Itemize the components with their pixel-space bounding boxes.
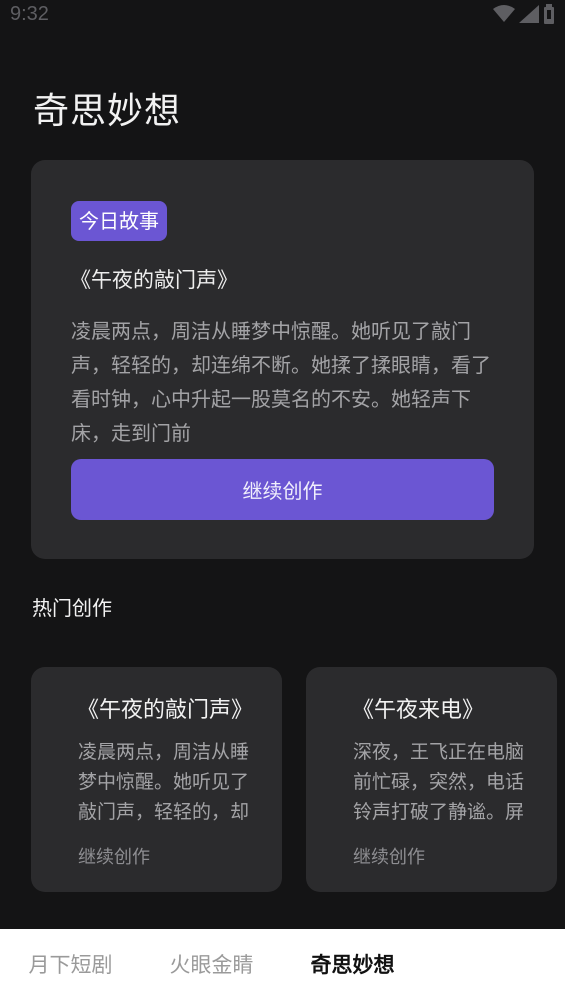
hot-card-title: 《午夜的敲门声》	[77, 698, 254, 723]
hot-card[interactable]: 《午夜的敲门声》 凌晨两点，周洁从睡梦中惊醒。她听见了敲门声，轻轻的，却连绵不断…	[31, 667, 282, 892]
hot-card-title: 《午夜来电》	[352, 698, 485, 723]
today-story-title: 《午夜的敲门声》	[70, 268, 238, 292]
hot-section-title: 热门创作	[32, 596, 112, 620]
hot-card-excerpt: 深夜，王飞正在电脑前忙碌，突然，电话铃声打破了静谧。屏幕上	[353, 741, 525, 823]
hot-card[interactable]: 《午夜来电》 深夜，王飞正在电脑前忙碌，突然，电话铃声打破了静谧。屏幕上 继续创…	[306, 667, 557, 892]
wifi-icon	[493, 5, 515, 22]
today-story-excerpt: 凌晨两点，周洁从睡梦中惊醒。她听见了敲门声，轻轻的，却连绵不断。她揉了揉眼睛，看…	[71, 319, 491, 445]
tab-fourth[interactable]	[423, 929, 564, 1004]
battery-icon	[544, 4, 554, 24]
tab-whimsical-ideas[interactable]: 奇思妙想	[282, 929, 423, 1004]
continue-creating-button[interactable]: 继续创作	[71, 459, 494, 520]
status-bar: 9:32	[0, 0, 565, 36]
today-story-tag: 今日故事	[71, 201, 167, 241]
bottom-nav: 月下短剧 火眼金睛 奇思妙想	[0, 929, 565, 1004]
today-story-card[interactable]: 今日故事 《午夜的敲门声》 凌晨两点，周洁从睡梦中惊醒。她听见了敲门声，轻轻的，…	[31, 160, 534, 559]
hot-creations-list[interactable]: 《午夜的敲门声》 凌晨两点，周洁从睡梦中惊醒。她听见了敲门声，轻轻的，却连绵不断…	[31, 667, 565, 893]
signal-icon	[519, 5, 539, 23]
tab-fire-eyes[interactable]: 火眼金睛	[141, 929, 282, 1004]
hot-card-excerpt: 凌晨两点，周洁从睡梦中惊醒。她听见了敲门声，轻轻的，却连绵不断。	[78, 741, 250, 823]
status-icons	[493, 4, 555, 24]
status-time: 9:32	[10, 2, 49, 25]
hot-card-continue-link[interactable]: 继续创作	[353, 843, 425, 869]
hot-card-continue-link[interactable]: 继续创作	[78, 843, 150, 869]
page-title: 奇思妙想	[33, 91, 182, 132]
tab-moon-short-drama[interactable]: 月下短剧	[0, 929, 141, 1004]
